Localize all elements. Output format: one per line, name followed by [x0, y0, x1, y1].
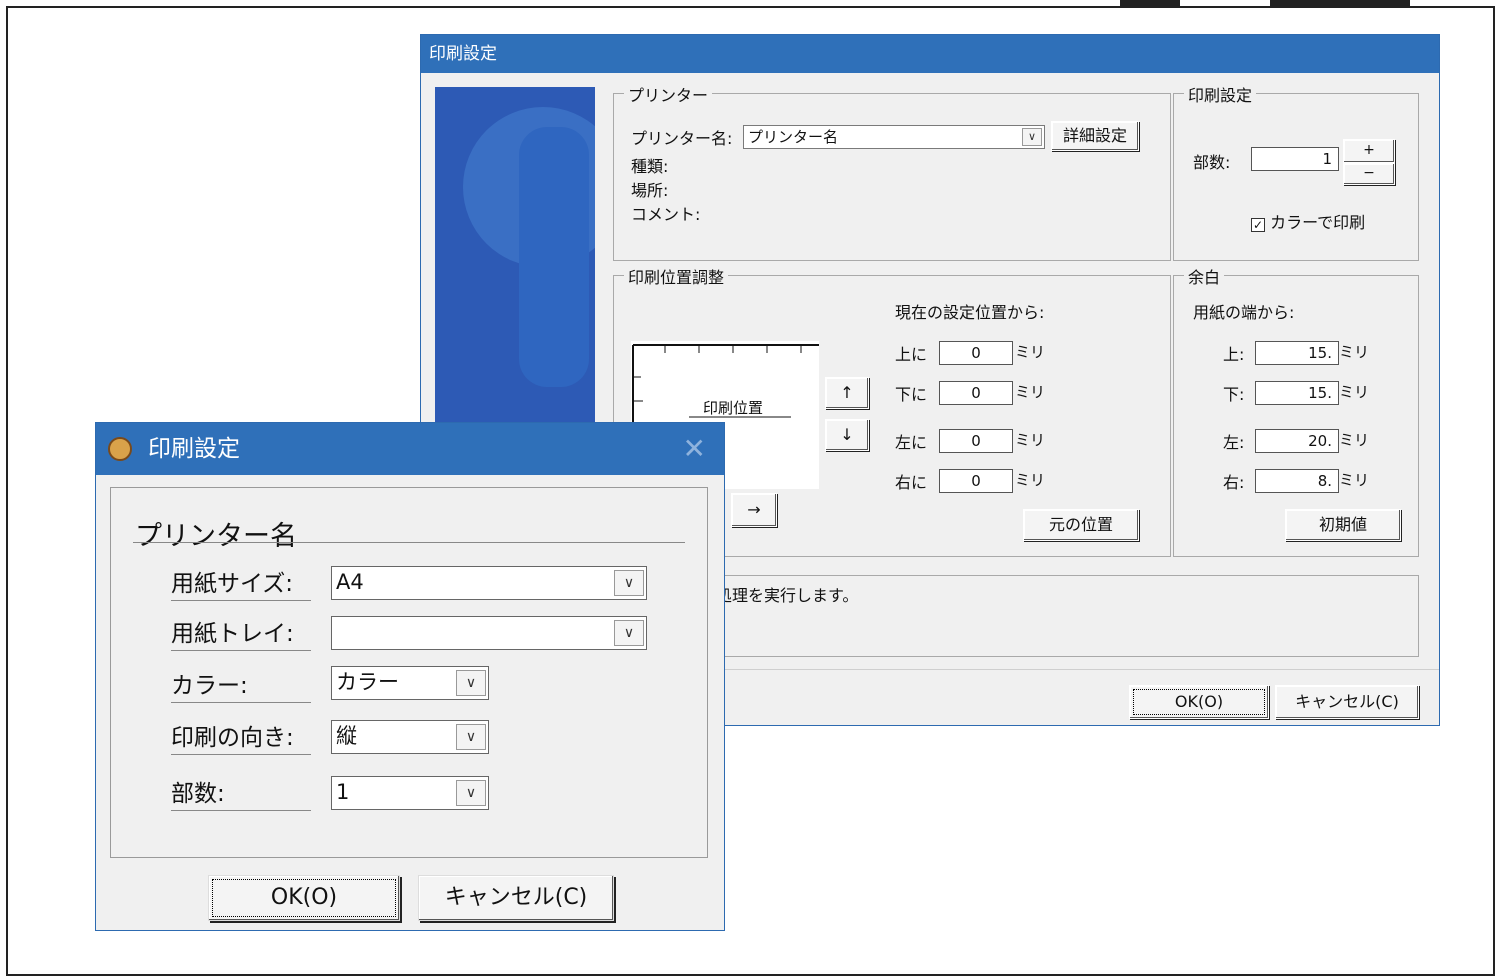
cropped-text-fragment [1120, 0, 1180, 6]
color-label: カラー: [171, 666, 311, 703]
margin-bottom-field[interactable]: 15. [1255, 381, 1339, 405]
location-label: 場所: [631, 181, 669, 200]
status-message: 処理を実行します。 [716, 586, 859, 605]
offset-down-label: 下に [895, 385, 928, 404]
default-margin-button[interactable]: 初期値 [1285, 509, 1401, 541]
unit-label: ミリ [1015, 343, 1046, 361]
paper-tray-select[interactable]: ∨ [331, 616, 647, 650]
from-edge-label: 用紙の端から: [1193, 303, 1295, 322]
chevron-down-icon[interactable]: ∨ [614, 620, 644, 646]
chevron-down-icon[interactable]: ∨ [456, 780, 486, 806]
offset-down-field[interactable]: 0 [939, 381, 1013, 405]
printer-name-select[interactable]: プリンター名 ∨ [743, 125, 1045, 149]
offset-up-label: 上に [895, 345, 928, 364]
dialog-title: 印刷設定 [148, 436, 240, 462]
ok-button[interactable]: OK(O) [1129, 685, 1269, 719]
margin-right-label: 右: [1223, 473, 1245, 492]
printer-panel: プリンター名 用紙サイズ: A4 ∨ 用紙トレイ: ∨ カラー: カラー ∨ 印… [110, 487, 708, 858]
paper-size-select[interactable]: A4 ∨ [331, 566, 647, 600]
move-up-button[interactable]: ↑ [825, 377, 869, 409]
orientation-select[interactable]: 縦 ∨ [331, 720, 489, 754]
color-value: カラー [336, 670, 399, 694]
group-legend: 印刷設定 [1184, 82, 1257, 106]
title-bar: 印刷設定 [421, 35, 1439, 73]
from-current-label: 現在の設定位置から: [895, 303, 1045, 322]
paper-tray-label: 用紙トレイ: [171, 614, 311, 651]
unit-label: ミリ [1339, 383, 1370, 401]
offset-up-field[interactable]: 0 [939, 341, 1013, 365]
group-legend: プリンター [624, 82, 713, 106]
comment-label: コメント: [631, 205, 701, 224]
type-label: 種類: [631, 157, 669, 176]
checkbox-checked-icon[interactable]: ✓ [1251, 218, 1265, 232]
move-right-button[interactable]: → [731, 493, 777, 527]
group-legend: 余白 [1184, 264, 1225, 288]
cancel-button[interactable]: キャンセル(C) [1275, 685, 1419, 719]
printer-group: プリンター [613, 82, 1171, 261]
dialog-title: 印刷設定 [429, 44, 497, 64]
copies-field[interactable]: 1 [1251, 147, 1339, 171]
chevron-down-icon[interactable]: ∨ [1022, 128, 1042, 146]
copies-label: 部数: [1193, 153, 1231, 172]
preview-label: 印刷位置 [703, 399, 764, 417]
print-settings-dialog-front: 印刷設定 ✕ プリンター名 用紙サイズ: A4 ∨ 用紙トレイ: ∨ カラー: … [95, 422, 725, 931]
margin-bottom-label: 下: [1223, 385, 1245, 404]
cropped-text-fragment [1270, 0, 1410, 6]
orientation-value: 縦 [336, 724, 357, 748]
unit-label: ミリ [1015, 383, 1046, 401]
unit-label: ミリ [1015, 431, 1046, 449]
unit-label: ミリ [1339, 343, 1370, 361]
color-print-checkbox[interactable]: ✓ カラーで印刷 [1251, 209, 1365, 233]
offset-right-label: 右に [895, 473, 928, 492]
margin-right-field[interactable]: 8. [1255, 469, 1339, 493]
margin-left-label: 左: [1223, 433, 1245, 452]
orientation-label: 印刷の向き: [171, 718, 311, 755]
offset-right-field[interactable]: 0 [939, 469, 1013, 493]
color-print-label: カラーで印刷 [1270, 213, 1366, 232]
paper-size-label: 用紙サイズ: [171, 564, 311, 601]
printer-name-label: プリンター名: [631, 129, 733, 148]
app-icon [108, 437, 132, 461]
margin-left-field[interactable]: 20. [1255, 429, 1339, 453]
cancel-button[interactable]: キャンセル(C) [418, 875, 614, 921]
margin-top-label: 上: [1223, 345, 1245, 364]
paper-size-value: A4 [336, 570, 364, 594]
copies-select[interactable]: 1 ∨ [331, 776, 489, 810]
heading-underline [133, 542, 685, 543]
close-icon[interactable]: ✕ [683, 423, 706, 475]
chevron-down-icon[interactable]: ∨ [456, 670, 486, 696]
copies-value: 1 [336, 780, 350, 804]
chevron-down-icon[interactable]: ∨ [614, 570, 644, 596]
copies-plus-button[interactable]: + [1343, 139, 1395, 163]
printer-name-value: プリンター名 [748, 128, 839, 146]
offset-left-label: 左に [895, 433, 928, 452]
copies-minus-button[interactable]: − [1343, 163, 1395, 185]
chevron-down-icon[interactable]: ∨ [456, 724, 486, 750]
status-message-box: 処理を実行します。 [613, 575, 1419, 657]
printer-name-heading: プリンター名 [135, 521, 297, 552]
unit-label: ミリ [1015, 471, 1046, 489]
reset-position-button[interactable]: 元の位置 [1023, 509, 1139, 541]
group-legend: 印刷位置調整 [624, 264, 729, 288]
ok-button[interactable]: OK(O) [208, 875, 400, 921]
copies-label: 部数: [171, 774, 311, 811]
detail-settings-button[interactable]: 詳細設定 [1051, 121, 1139, 151]
margin-top-field[interactable]: 15. [1255, 341, 1339, 365]
title-bar: 印刷設定 ✕ [96, 423, 724, 475]
unit-label: ミリ [1339, 431, 1370, 449]
unit-label: ミリ [1339, 471, 1370, 489]
color-select[interactable]: カラー ∨ [331, 666, 489, 700]
move-down-button[interactable]: ↓ [825, 419, 869, 451]
offset-left-field[interactable]: 0 [939, 429, 1013, 453]
